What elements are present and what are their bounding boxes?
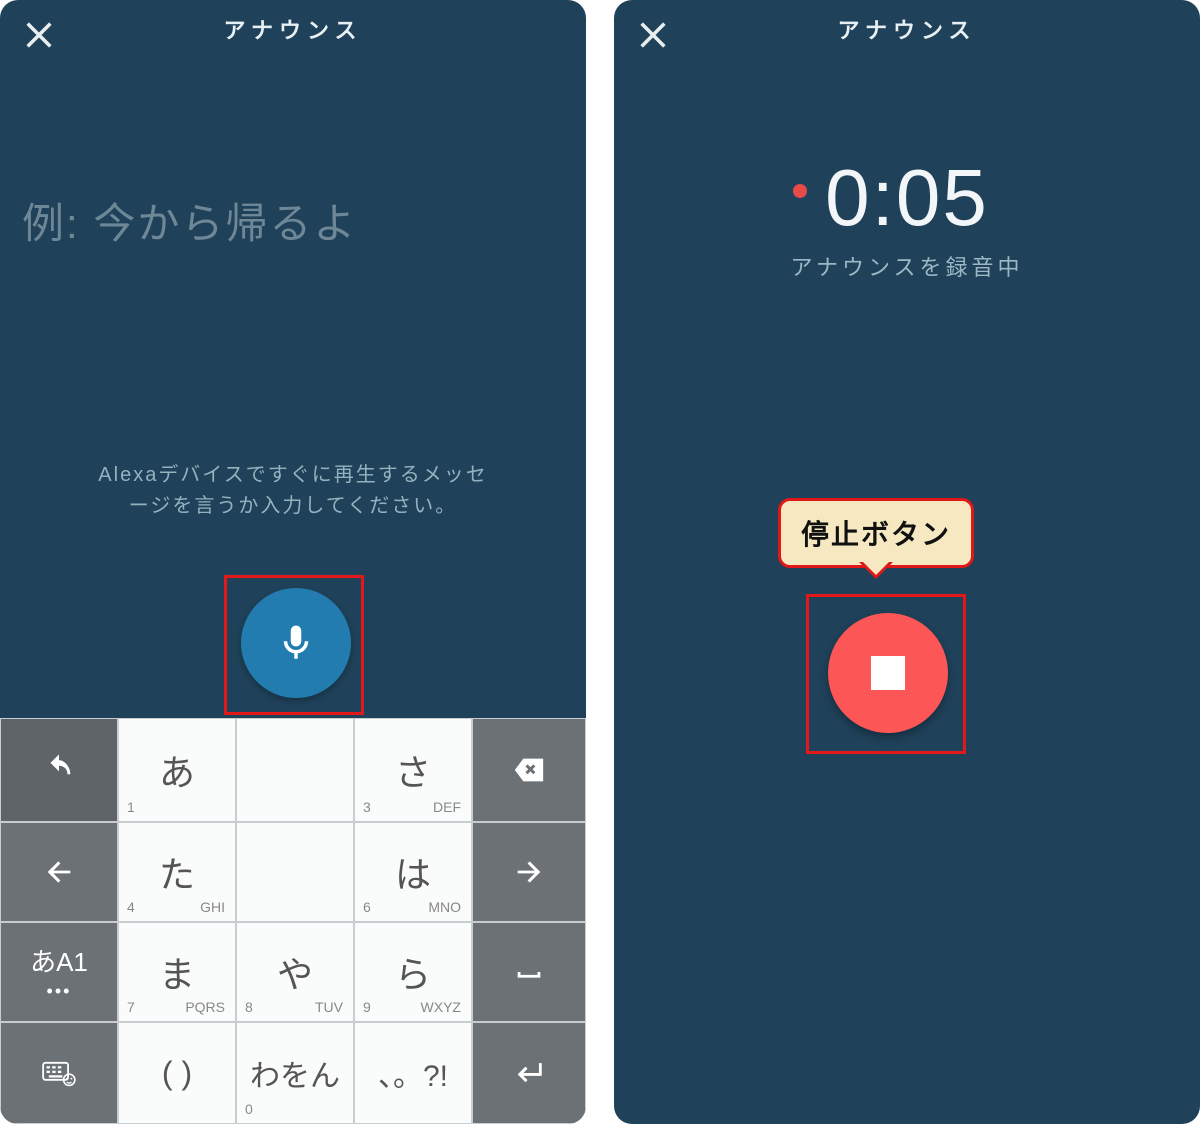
x-icon	[22, 18, 56, 52]
key-hidden-2[interactable]	[236, 822, 354, 922]
key-space[interactable]	[472, 922, 586, 1022]
key-ya[interactable]: や8TUV	[236, 922, 354, 1022]
key-enter[interactable]	[472, 1022, 586, 1124]
microphone-button[interactable]	[241, 588, 351, 698]
key-parentheses[interactable]: ( )	[118, 1022, 236, 1124]
key-hidden[interactable]	[236, 718, 354, 822]
key-keyboard-emoji[interactable]	[0, 1022, 118, 1124]
space-icon	[512, 955, 546, 989]
instruction-text: Alexaデバイスですぐに再生するメッセージを言うか入力してください。	[0, 460, 586, 522]
header: アナウンス	[614, 0, 1200, 58]
x-icon	[636, 18, 670, 52]
enter-icon	[512, 1056, 546, 1090]
stop-button-highlight	[806, 594, 966, 754]
annotation-callout: 停止ボタン	[778, 498, 974, 568]
recording-status: アナウンスを録音中	[614, 250, 1200, 282]
key-ta[interactable]: た4GHI	[118, 822, 236, 922]
close-button[interactable]	[22, 18, 56, 52]
arrow-right-icon	[512, 855, 546, 889]
key-sa[interactable]: さ3DEF	[354, 718, 472, 822]
key-cursor-right[interactable]	[472, 822, 586, 922]
key-ha[interactable]: は6MNO	[354, 822, 472, 922]
stop-button[interactable]	[828, 613, 948, 733]
arrow-left-icon	[42, 855, 76, 889]
mic-button-highlight	[224, 575, 364, 715]
key-ra[interactable]: ら9WXYZ	[354, 922, 472, 1022]
key-ma[interactable]: ま7PQRS	[118, 922, 236, 1022]
recording-timer: 0:05	[825, 152, 989, 244]
header: アナウンス	[0, 0, 586, 58]
recording-timer-area: 0:05 アナウンスを録音中	[614, 152, 1200, 282]
key-wa[interactable]: わをん0	[236, 1022, 354, 1124]
key-undo[interactable]	[0, 718, 118, 822]
page-title: アナウンス	[614, 13, 1200, 45]
undo-icon	[42, 753, 76, 787]
key-a[interactable]: あ1	[118, 718, 236, 822]
recording-dot-icon	[793, 184, 807, 198]
announce-input-placeholder[interactable]: 例: 今から帰るよ	[22, 190, 357, 251]
key-punctuation[interactable]: 、。?!	[354, 1022, 472, 1124]
key-backspace[interactable]	[472, 718, 586, 822]
microphone-icon	[275, 622, 317, 664]
stop-icon	[871, 656, 905, 690]
phone-screen-left: アナウンス 例: 今から帰るよ Alexaデバイスですぐに再生するメッセージを言…	[0, 0, 586, 1124]
soft-keyboard: あ1 さ3DEF た4GHI は6MNO あA1••• ま7PQRS や8TUV…	[0, 718, 586, 1124]
key-mode-switch[interactable]: あA1•••	[0, 922, 118, 1022]
page-title: アナウンス	[0, 13, 586, 45]
backspace-icon	[512, 753, 546, 787]
close-button[interactable]	[636, 18, 670, 52]
keyboard-emoji-icon	[42, 1056, 76, 1090]
key-cursor-left[interactable]	[0, 822, 118, 922]
